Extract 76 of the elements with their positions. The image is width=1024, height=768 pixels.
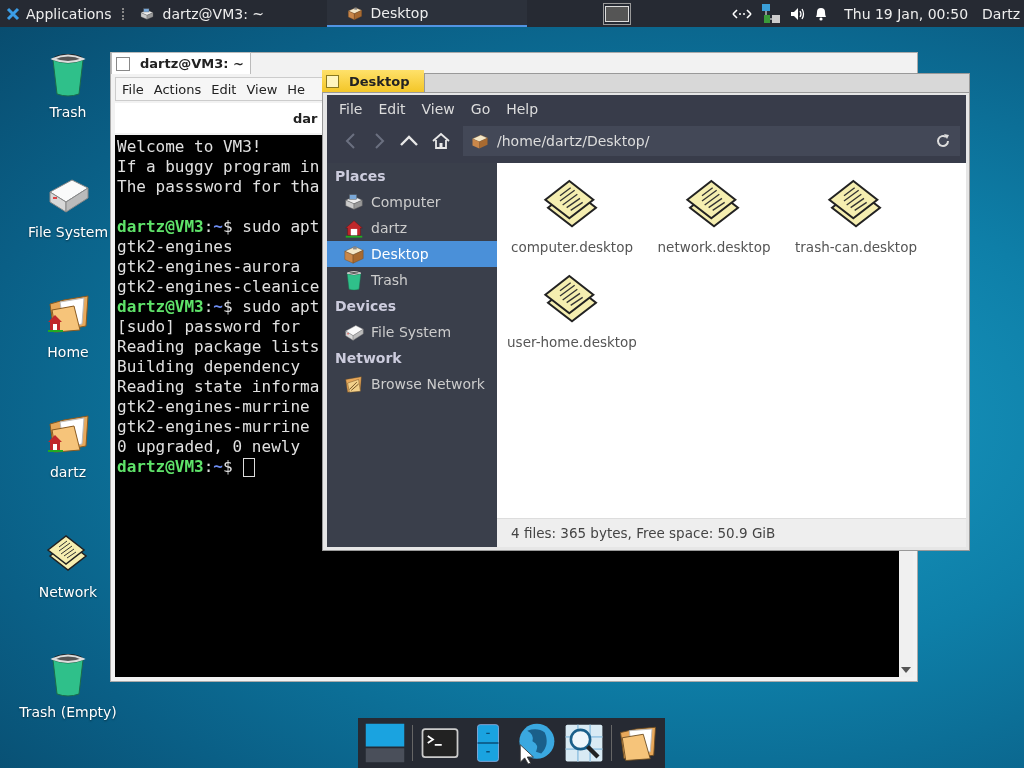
terminal-prompt-line: dartz@VM3:~$: [117, 457, 233, 477]
menu-item[interactable]: Edit: [211, 81, 237, 97]
house-icon: [343, 217, 365, 239]
terminal-line: gtk2-engines-aurora: [117, 257, 301, 277]
menu-item[interactable]: File: [331, 101, 371, 117]
network-arrows-icon: [732, 6, 753, 21]
desktop-icon-label[interactable]: File System: [27, 224, 109, 240]
location-field[interactable]: /home/dartz/Desktop/: [463, 126, 960, 156]
taskbar-item[interactable]: Desktop: [326, 0, 527, 27]
file-name[interactable]: computer.desktop: [511, 239, 633, 255]
taskbar-item[interactable]: dartz@VM3: ~: [130, 0, 327, 27]
sidebar-item[interactable]: File System: [327, 319, 497, 345]
terminal-line: Reading state informa: [117, 377, 320, 397]
sidebar-heading: Devices: [334, 297, 398, 316]
menu-item[interactable]: File: [122, 81, 144, 97]
terminal-line: gtk2-engines-murrine: [117, 397, 310, 417]
applications-menu[interactable]: Applications: [0, 0, 118, 27]
menu-item[interactable]: He: [287, 81, 306, 97]
sidebar-item[interactable]: Computer: [327, 189, 497, 215]
terminal-tab[interactable]: dar: [293, 110, 318, 126]
folder-icon: [343, 373, 365, 395]
volume-icon: [790, 6, 807, 21]
terminal-prompt-line: dartz@VM3:~$ sudo apt: [117, 297, 320, 317]
file-name[interactable]: user-home.desktop: [507, 334, 637, 350]
sidebar-item[interactable]: Trash: [327, 267, 497, 293]
workspace-icon: [364, 722, 406, 764]
terminal-line: 0 upgraded, 0 newly: [117, 437, 301, 457]
desktop-icon-label[interactable]: Trash (Empty): [19, 704, 117, 720]
desk-icon: [346, 4, 363, 21]
home-icon[interactable]: [431, 132, 451, 150]
window-menu-icon[interactable]: [116, 56, 130, 71]
file-name[interactable]: trash-can.desktop: [795, 239, 917, 255]
sidebar-item[interactable]: Browse Network: [327, 371, 497, 397]
status-text: 4 files: 365 bytes, Free space: 50.9 GiB: [511, 525, 776, 541]
window-title: Desktop: [349, 73, 410, 89]
terminal-line: The passsword for tha: [117, 177, 320, 197]
clock[interactable]: Thu 19 Jan, 00:50: [844, 5, 969, 22]
file-name[interactable]: network.desktop: [657, 239, 771, 255]
desktop-icon-label[interactable]: Home: [47, 344, 89, 360]
menu-item[interactable]: View: [413, 101, 463, 117]
window-title: dartz@VM3: ~: [140, 56, 244, 71]
notification-bell-icon: [814, 6, 829, 21]
computer-icon: [343, 191, 365, 213]
menu-item[interactable]: View: [246, 81, 278, 97]
terminal-prompt-line: dartz@VM3:~$ sudo apt: [117, 217, 320, 237]
window-title-tab[interactable]: Desktop: [322, 70, 424, 92]
menu-item[interactable]: Edit: [370, 101, 414, 117]
sidebar-heading: Network: [334, 349, 403, 368]
computer-icon: [138, 5, 155, 22]
terminal-line: gtk2-engines-cleanice: [117, 277, 320, 297]
desktop-icon-label[interactable]: dartz: [49, 464, 87, 480]
desk-icon: [471, 132, 489, 150]
sidebar-heading: Places: [334, 167, 387, 186]
x-logo-icon: [6, 6, 20, 21]
terminal-line: Building dependency: [117, 357, 301, 377]
user-menu[interactable]: Dartz: [982, 5, 1020, 22]
desk-icon: [343, 243, 365, 265]
terminal-line: gtk2-engines-murrine: [117, 417, 310, 437]
menu-item[interactable]: Go: [462, 101, 499, 117]
terminal-line: Welcome to VM3!: [117, 137, 262, 157]
network-icon: [760, 2, 783, 25]
window-title-tab[interactable]: dartz@VM3: ~: [111, 52, 251, 74]
terminal-line: Reading package lists: [117, 337, 320, 357]
window-menu-icon[interactable]: [326, 74, 339, 88]
sidebar-item[interactable]: dartz: [327, 215, 497, 241]
reload-icon[interactable]: [934, 132, 952, 150]
terminal-line: [sudo] password for: [117, 317, 301, 337]
desktop-icon-label[interactable]: Trash: [49, 104, 87, 120]
panel-grip-icon: [121, 7, 127, 20]
menu-item[interactable]: Actions: [153, 81, 202, 97]
menu-item[interactable]: Help: [498, 101, 547, 117]
desktop-icon-label[interactable]: Network: [38, 584, 98, 600]
terminal-line: If a buggy program in: [117, 157, 320, 177]
workspace-switcher[interactable]: [602, 2, 631, 25]
scroll-down-arrow-icon[interactable]: [901, 667, 911, 673]
terminal-line: gtk2-engines: [117, 237, 233, 257]
